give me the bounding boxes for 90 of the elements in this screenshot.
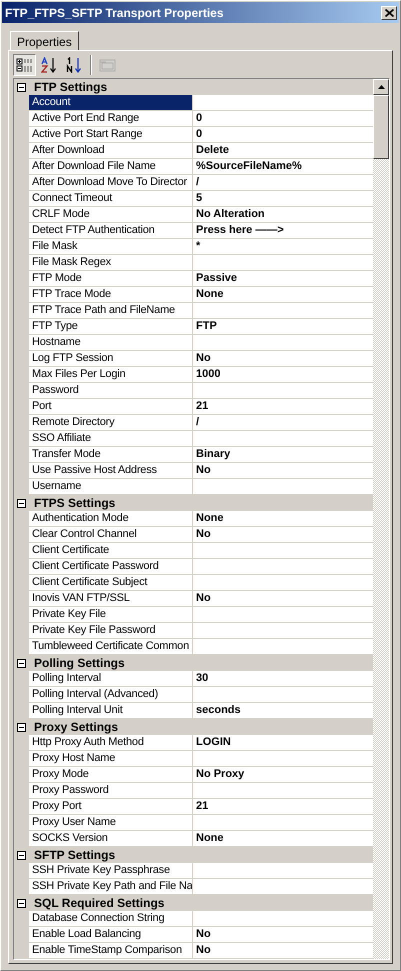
property-name[interactable]: After Download Move To Director xyxy=(29,175,193,191)
property-name[interactable]: Proxy User Name xyxy=(29,815,193,831)
property-value[interactable]: Binary xyxy=(193,447,373,463)
property-value[interactable]: 0 xyxy=(193,127,373,143)
scroll-thumb[interactable] xyxy=(373,95,389,159)
categorized-view-icon xyxy=(16,57,34,73)
property-pages-icon xyxy=(98,57,116,73)
property-name[interactable]: FTP Trace Path and FileName xyxy=(29,303,193,319)
sort-numeric-icon xyxy=(66,57,84,73)
up-arrow-icon xyxy=(378,85,384,89)
property-name[interactable]: Polling Interval (Advanced) xyxy=(29,687,193,703)
category-header: Proxy Settings xyxy=(33,720,118,734)
category-header: SFTP Settings xyxy=(33,848,116,862)
property-name[interactable]: Http Proxy Auth Method xyxy=(29,735,193,751)
property-name[interactable]: Log FTP Session xyxy=(29,351,193,367)
property-name[interactable]: Transfer Mode xyxy=(29,447,193,463)
property-name[interactable]: Private Key File xyxy=(29,607,193,623)
property-name[interactable]: Proxy Password xyxy=(29,783,193,799)
property-name[interactable]: Private Key File Password xyxy=(29,623,193,639)
property-value[interactable]: No Proxy xyxy=(193,767,373,783)
property-name[interactable]: Active Port End Range xyxy=(29,111,193,127)
window-title: FTP_FTPS_SFTP Transport Properties xyxy=(5,6,224,20)
scroll-up-button[interactable] xyxy=(373,79,389,95)
property-value[interactable]: 0 xyxy=(193,111,373,127)
property-name[interactable]: Clear Control Channel xyxy=(29,527,193,543)
property-value[interactable]: None xyxy=(193,287,373,303)
close-button[interactable] xyxy=(381,6,397,20)
property-value[interactable]: 21 xyxy=(193,399,373,415)
property-name[interactable]: Hostname xyxy=(29,335,193,351)
close-icon xyxy=(384,8,394,16)
property-value[interactable]: No xyxy=(193,943,373,959)
property-value[interactable]: No xyxy=(193,591,373,607)
property-name[interactable]: Client Certificate xyxy=(29,543,193,559)
property-name[interactable]: Connect Timeout xyxy=(29,191,193,207)
property-value[interactable]: No xyxy=(193,527,373,543)
property-name[interactable]: Password xyxy=(29,383,193,399)
property-value[interactable]: No Alteration xyxy=(193,207,373,223)
property-name[interactable]: Remote Directory xyxy=(29,415,193,431)
property-name[interactable]: Proxy Mode xyxy=(29,767,193,783)
property-value[interactable]: %SourceFileName% xyxy=(193,159,373,175)
scrollbar[interactable] xyxy=(373,79,389,959)
category-header: FTP Settings xyxy=(33,80,108,94)
property-value[interactable]: No xyxy=(193,351,373,367)
property-name[interactable]: SSH Private Key Passphrase xyxy=(29,863,193,879)
property-name[interactable]: FTP Type xyxy=(29,319,193,335)
property-value[interactable]: None xyxy=(193,511,373,527)
property-name[interactable]: File Mask xyxy=(29,239,193,255)
category-header: SQL Required Settings xyxy=(33,896,164,910)
property-value[interactable]: / xyxy=(193,175,373,191)
property-value[interactable]: / xyxy=(193,415,373,431)
property-name[interactable]: Proxy Host Name xyxy=(29,751,193,767)
property-name[interactable]: CRLF Mode xyxy=(29,207,193,223)
property-value[interactable]: No xyxy=(193,463,373,479)
property-name[interactable]: After Download xyxy=(29,143,193,159)
properties-tab[interactable]: Properties xyxy=(10,31,79,50)
property-name[interactable]: Inovis VAN FTP/SSL xyxy=(29,591,193,607)
property-value[interactable]: 30 xyxy=(193,671,373,687)
property-name[interactable]: Database Connection String xyxy=(29,911,193,927)
categorized-view-button[interactable] xyxy=(13,54,36,76)
property-name[interactable]: After Download File Name xyxy=(29,159,193,175)
property-name[interactable]: Use Passive Host Address xyxy=(29,463,193,479)
property-name[interactable]: Detect FTP Authentication xyxy=(29,223,193,239)
property-value[interactable]: 21 xyxy=(193,799,373,815)
property-name[interactable]: Client Certificate Password xyxy=(29,559,193,575)
property-name[interactable]: FTP Mode xyxy=(29,271,193,287)
property-value[interactable]: Press here ——> xyxy=(193,223,373,239)
property-name[interactable]: Enable TimeStamp Comparison xyxy=(29,943,193,959)
property-name[interactable]: File Mask Regex xyxy=(29,255,193,271)
property-name[interactable]: Enable Load Balancing xyxy=(29,927,193,943)
property-value[interactable]: No xyxy=(193,927,373,943)
property-name[interactable]: Client Certificate Subject xyxy=(29,575,193,591)
property-value[interactable]: FTP xyxy=(193,319,373,335)
property-name[interactable]: Polling Interval xyxy=(29,671,193,687)
property-name[interactable]: FTP Trace Mode xyxy=(29,287,193,303)
property-value[interactable]: Delete xyxy=(193,143,373,159)
property-name[interactable]: SSO Affiliate xyxy=(29,431,193,447)
property-value[interactable]: 1000 xyxy=(193,367,373,383)
category-header: Polling Settings xyxy=(33,656,125,670)
sort-alphabetical-icon xyxy=(40,57,58,73)
property-value[interactable]: Passive xyxy=(193,271,373,287)
property-value[interactable]: 5 xyxy=(193,191,373,207)
property-name[interactable]: Max Files Per Login xyxy=(29,367,193,383)
property-name[interactable]: Port xyxy=(29,399,193,415)
property-name[interactable]: Authentication Mode xyxy=(29,511,193,527)
property-name[interactable]: Active Port Start Range xyxy=(29,127,193,143)
property-name[interactable]: Account xyxy=(29,95,193,111)
property-value[interactable]: LOGIN xyxy=(193,735,373,751)
category-header: FTPS Settings xyxy=(33,496,116,510)
property-name[interactable]: Proxy Port xyxy=(29,799,193,815)
property-value[interactable]: * xyxy=(193,239,373,255)
